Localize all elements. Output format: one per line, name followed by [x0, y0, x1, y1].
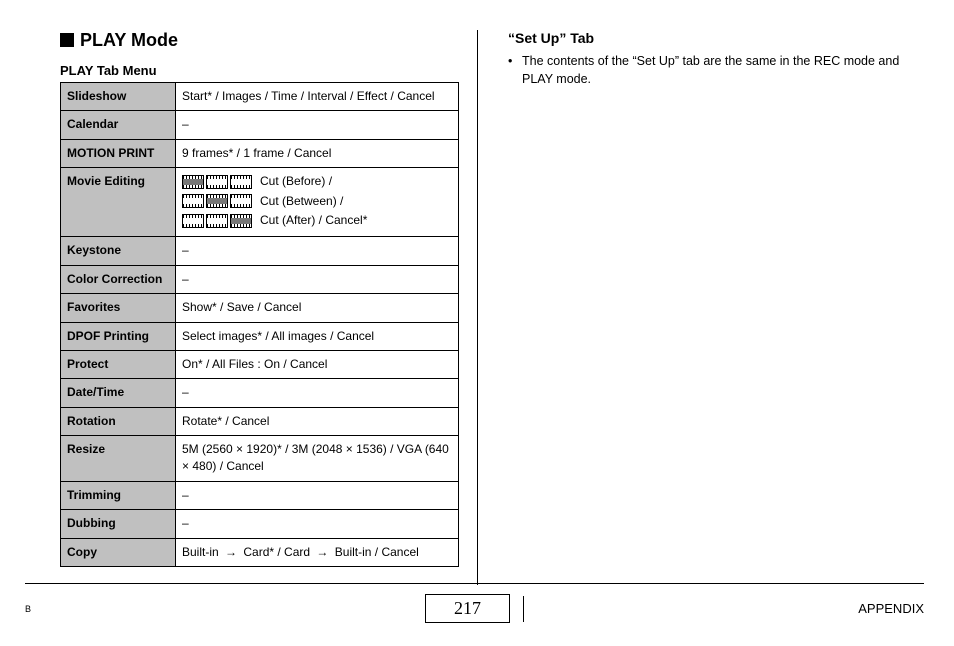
table-row: Favorites Show* / Save / Cancel: [61, 294, 459, 322]
row-value: –: [176, 111, 459, 139]
filmstrip-icon: [182, 175, 254, 189]
page-number: 217: [425, 594, 510, 623]
movie-cut-before-text: Cut (Before) /: [260, 173, 332, 190]
left-column: PLAY Mode PLAY Tab Menu Slideshow Start*…: [30, 30, 477, 585]
arrow-right-icon: →: [225, 544, 237, 561]
table-row: MOTION PRINT 9 frames* / 1 frame / Cance…: [61, 139, 459, 167]
play-tab-table: Slideshow Start* / Images / Time / Inter…: [60, 82, 459, 567]
filmstrip-icon: [182, 194, 254, 208]
row-value: 9 frames* / 1 frame / Cancel: [176, 139, 459, 167]
footer-center-divider: [523, 596, 524, 622]
setup-tab-heading: “Set Up” Tab: [508, 30, 924, 46]
row-label: Date/Time: [61, 379, 176, 407]
row-label: Rotation: [61, 407, 176, 435]
table-row: Slideshow Start* / Images / Time / Inter…: [61, 83, 459, 111]
row-value: Rotate* / Cancel: [176, 407, 459, 435]
row-label: Movie Editing: [61, 168, 176, 237]
row-value: Show* / Save / Cancel: [176, 294, 459, 322]
page: PLAY Mode PLAY Tab Menu Slideshow Start*…: [0, 0, 954, 646]
table-row: Calendar –: [61, 111, 459, 139]
table-row: Copy Built-in → Card* / Card → Built-in …: [61, 538, 459, 566]
row-label: Trimming: [61, 481, 176, 509]
movie-cut-after-line: Cut (After) / Cancel*: [182, 212, 452, 229]
arrow-right-icon: →: [316, 544, 328, 561]
table-row: Rotation Rotate* / Cancel: [61, 407, 459, 435]
movie-cut-after-text: Cut (After) / Cancel*: [260, 212, 367, 229]
row-value: On* / All Files : On / Cancel: [176, 350, 459, 378]
row-label: Copy: [61, 538, 176, 566]
row-value: –: [176, 379, 459, 407]
row-value: –: [176, 265, 459, 293]
row-value: –: [176, 510, 459, 538]
copy-part1: Built-in: [182, 545, 219, 559]
row-value: Select images* / All images / Cancel: [176, 322, 459, 350]
row-value-movie-editing: Cut (Before) / Cut (Between) /: [176, 168, 459, 237]
table-row: DPOF Printing Select images* / All image…: [61, 322, 459, 350]
filmstrip-icon: [182, 214, 254, 228]
table-row: Dubbing –: [61, 510, 459, 538]
row-value-copy: Built-in → Card* / Card → Built-in / Can…: [176, 538, 459, 566]
movie-cut-between-line: Cut (Between) /: [182, 193, 452, 210]
subsection-heading: PLAY Tab Menu: [60, 63, 459, 78]
table-row: Resize 5M (2560 × 1920)* / 3M (2048 × 15…: [61, 436, 459, 482]
movie-cut-before-line: Cut (Before) /: [182, 173, 452, 190]
table-row: Keystone –: [61, 237, 459, 265]
row-label: Keystone: [61, 237, 176, 265]
setup-tab-note: The contents of the “Set Up” tab are the…: [508, 52, 924, 88]
row-label: DPOF Printing: [61, 322, 176, 350]
movie-cut-between-text: Cut (Between) /: [260, 193, 343, 210]
row-label: Favorites: [61, 294, 176, 322]
section-heading-text: PLAY Mode: [80, 30, 178, 50]
row-label: Protect: [61, 350, 176, 378]
footer-row: B 217 APPENDIX: [25, 594, 924, 623]
row-value: –: [176, 481, 459, 509]
footer-left-marker: B: [25, 604, 125, 614]
row-label: Resize: [61, 436, 176, 482]
row-label: Calendar: [61, 111, 176, 139]
row-label: Dubbing: [61, 510, 176, 538]
right-column: “Set Up” Tab The contents of the “Set Up…: [477, 30, 924, 585]
table-row: Color Correction –: [61, 265, 459, 293]
content-columns: PLAY Mode PLAY Tab Menu Slideshow Start*…: [30, 30, 924, 585]
table-row: Protect On* / All Files : On / Cancel: [61, 350, 459, 378]
table-row: Movie Editing Cut (Before) /: [61, 168, 459, 237]
footer-center: 217: [425, 594, 524, 623]
page-footer: B 217 APPENDIX: [25, 583, 924, 623]
row-value: –: [176, 237, 459, 265]
row-label: MOTION PRINT: [61, 139, 176, 167]
row-label: Color Correction: [61, 265, 176, 293]
square-bullet-icon: [60, 33, 74, 47]
section-heading: PLAY Mode: [60, 30, 459, 51]
row-value: Start* / Images / Time / Interval / Effe…: [176, 83, 459, 111]
row-label: Slideshow: [61, 83, 176, 111]
copy-part3: Built-in / Cancel: [335, 545, 419, 559]
footer-section-label: APPENDIX: [824, 601, 924, 616]
table-row: Date/Time –: [61, 379, 459, 407]
copy-part2: Card* / Card: [243, 545, 310, 559]
footer-divider: [25, 583, 924, 584]
row-value: 5M (2560 × 1920)* / 3M (2048 × 1536) / V…: [176, 436, 459, 482]
table-row: Trimming –: [61, 481, 459, 509]
